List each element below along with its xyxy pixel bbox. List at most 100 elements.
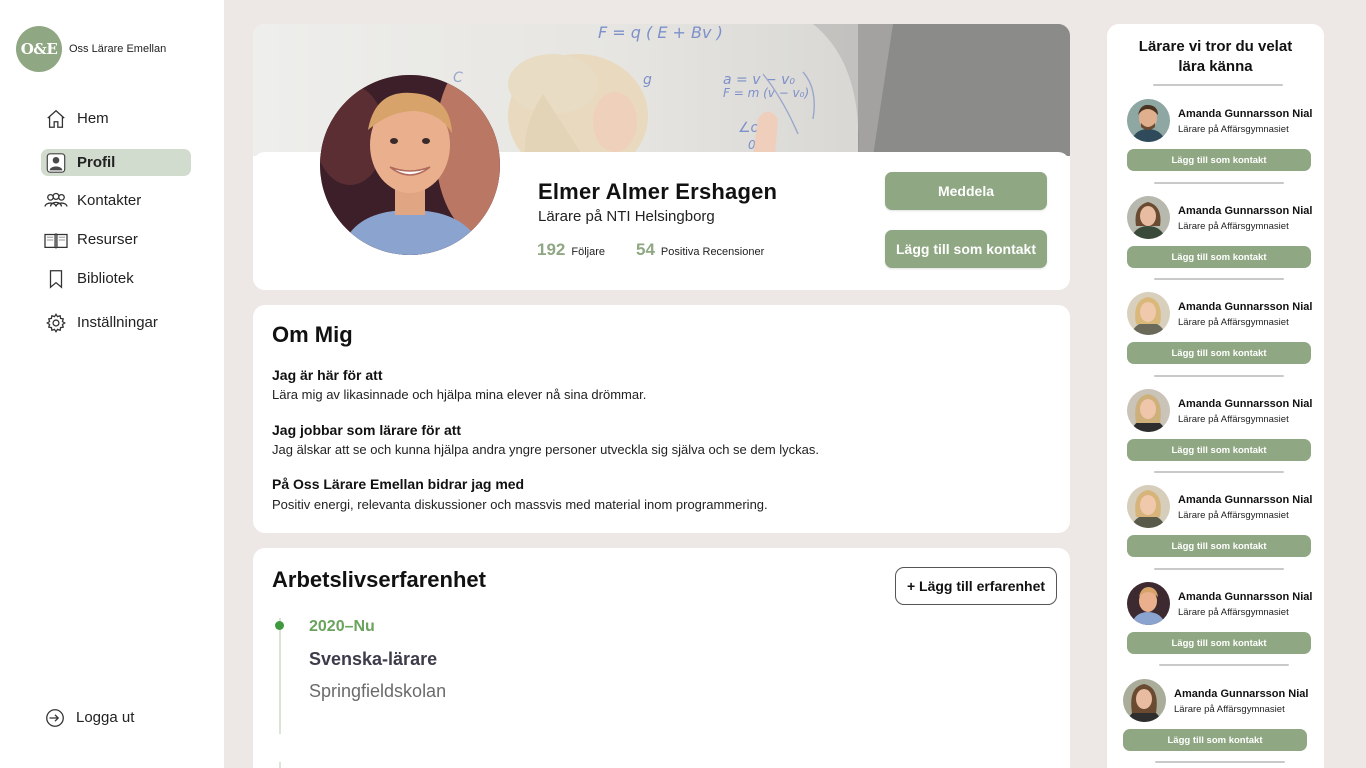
logout-label: Logga ut [76,709,135,726]
followers-count: 192 [537,240,566,259]
suggestion-avatar [1127,582,1170,625]
reviews-stat[interactable]: 54 Positiva Recensioner [636,240,764,260]
suggestion-name: Amanda Gunnarsson Nial [1178,398,1313,410]
suggestion-card: Amanda Gunnarsson Nial Lärare på Affärsg… [1107,196,1324,286]
suggestion-role: Lärare på Affärsgymnasiet [1178,510,1289,521]
home-icon [41,105,71,132]
suggestion-card: Amanda Gunnarsson Nial Lärare på Affärsg… [1107,679,1320,768]
sidebar-item-bibliotek[interactable]: Bibliotek [41,265,191,292]
timeline-line [279,618,281,734]
suggestion-role: Lärare på Affärsgymnasiet [1178,607,1289,618]
suggestions-title: Lärare vi tror du velat lära känna [1107,37,1324,77]
logo-text: Oss Lärare Emellan [69,43,167,55]
suggestion-add-contact-button[interactable]: Lägg till som kontakt [1127,535,1311,557]
sidebar-item-resurser[interactable]: Resurser [41,226,191,253]
reviews-count: 54 [636,240,655,259]
divider [1153,84,1283,86]
suggestions-title-line: Lärare vi tror du velat [1138,38,1293,55]
experience-period: 2020–Nu [309,618,375,635]
svg-text:F = q ( E + Bv ): F = q ( E + Bv ) [598,24,723,42]
suggestion-name: Amanda Gunnarsson Nial [1174,688,1309,700]
suggestion-avatar [1123,679,1166,722]
followers-label: Följare [571,246,605,258]
sidebar-item-label: Hem [77,110,109,127]
suggestions-panel: Lärare vi tror du velat lära känna Amand… [1107,24,1324,768]
suggestion-card: Amanda Gunnarsson Nial Lärare på Affärsg… [1107,292,1324,382]
sidebar-item-kontakter[interactable]: Kontakter [41,187,191,214]
sidebar-item-hem[interactable]: Hem [41,105,191,132]
suggestion-add-contact-button[interactable]: Lägg till som kontakt [1127,246,1311,268]
suggestion-card: Amanda Gunnarsson Nial Lärare på Affärsg… [1107,582,1324,672]
message-button[interactable]: Meddela [885,172,1047,210]
divider [1154,278,1284,280]
contacts-icon [41,187,71,214]
suggestion-card: Amanda Gunnarsson Nial Lärare på Affärsg… [1107,485,1324,575]
suggestion-avatar [1127,196,1170,239]
add-contact-button[interactable]: Lägg till som kontakt [885,230,1047,268]
logout-button[interactable]: Logga ut [40,704,190,731]
suggestion-name: Amanda Gunnarsson Nial [1178,205,1313,217]
suggestion-add-contact-button[interactable]: Lägg till som kontakt [1127,632,1311,654]
suggestion-avatar [1127,485,1170,528]
suggestion-add-contact-button[interactable]: Lägg till som kontakt [1127,149,1311,171]
svg-text:F = m (v − v₀): F = m (v − v₀) [723,86,809,100]
suggestion-role: Lärare på Affärsgymnasiet [1174,704,1285,715]
svg-text:g: g [643,72,652,88]
about-question: På Oss Lärare Emellan bidrar jag med [272,476,525,492]
followers-stat[interactable]: 192 Följare [537,240,605,260]
suggestion-role: Lärare på Affärsgymnasiet [1178,124,1289,135]
profile-role: Lärare på NTI Helsingborg [538,208,715,225]
suggestion-avatar [1127,389,1170,432]
suggestion-add-contact-button[interactable]: Lägg till som kontakt [1127,342,1311,364]
suggestion-role: Lärare på Affärsgymnasiet [1178,221,1289,232]
profile-name: Elmer Almer Ershagen [538,179,778,204]
about-question: Jag är här för att [272,367,383,383]
suggestion-name: Amanda Gunnarsson Nial [1178,494,1313,506]
sidebar-item-label: Kontakter [77,192,142,209]
suggestion-name: Amanda Gunnarsson Nial [1178,301,1313,313]
sidebar: O&E Oss Lärare Emellan Hem Profil Kontak… [0,0,224,768]
suggestions-title-line: lära känna [1178,58,1253,75]
divider [1154,568,1284,570]
gear-icon [41,309,71,336]
about-answer: Lära mig av likasinnade och hjälpa mina … [272,387,647,402]
sidebar-item-label: Profil [77,154,116,171]
suggestion-add-contact-button[interactable]: Lägg till som kontakt [1123,729,1307,751]
user-icon [41,149,71,176]
divider [1159,664,1289,666]
sidebar-item-profil[interactable]: Profil [41,149,191,176]
add-experience-button[interactable]: + Lägg till erfarenhet [895,567,1057,605]
sidebar-item-installningar[interactable]: Inställningar [41,309,191,336]
logo-mark: O&E [16,26,62,72]
about-question: Jag jobbar som lärare för att [272,422,462,438]
logo[interactable]: O&E Oss Lärare Emellan [16,26,166,72]
about-answer: Jag älskar att se och kunna hjälpa andra… [272,442,820,457]
suggestion-role: Lärare på Affärsgymnasiet [1178,414,1289,425]
about-answer: Positiv energi, relevanta diskussioner o… [272,497,768,512]
suggestion-add-contact-button[interactable]: Lägg till som kontakt [1127,439,1311,461]
profile-avatar [320,75,500,255]
about-title: Om Mig [272,322,353,347]
sidebar-item-label: Bibliotek [77,270,134,287]
divider [1154,182,1284,184]
sidebar-item-label: Inställningar [77,314,158,331]
banner-teacher [508,54,778,156]
divider [1154,375,1284,377]
svg-text:C: C [453,70,463,86]
svg-text:∠o: ∠o [738,120,759,136]
suggestion-name: Amanda Gunnarsson Nial [1178,108,1313,120]
logout-icon [40,704,70,731]
suggestion-card: Amanda Gunnarsson Nial Lärare på Affärsg… [1107,99,1324,189]
experience-role: Svenska-lärare [309,649,438,669]
divider [1155,761,1285,763]
experience-card: Arbetslivserfarenhet + Lägg till erfaren… [253,548,1070,768]
sidebar-item-label: Resurser [77,231,138,248]
bookmark-icon [41,265,71,292]
timeline-dot [275,621,284,630]
about-card: Om Mig Jag är här för att Lära mig av li… [253,305,1070,533]
divider [1154,471,1284,473]
suggestion-avatar [1127,292,1170,335]
experience-organization: Springfieldskolan [309,681,447,701]
book-icon [41,226,71,253]
suggestion-avatar [1127,99,1170,142]
